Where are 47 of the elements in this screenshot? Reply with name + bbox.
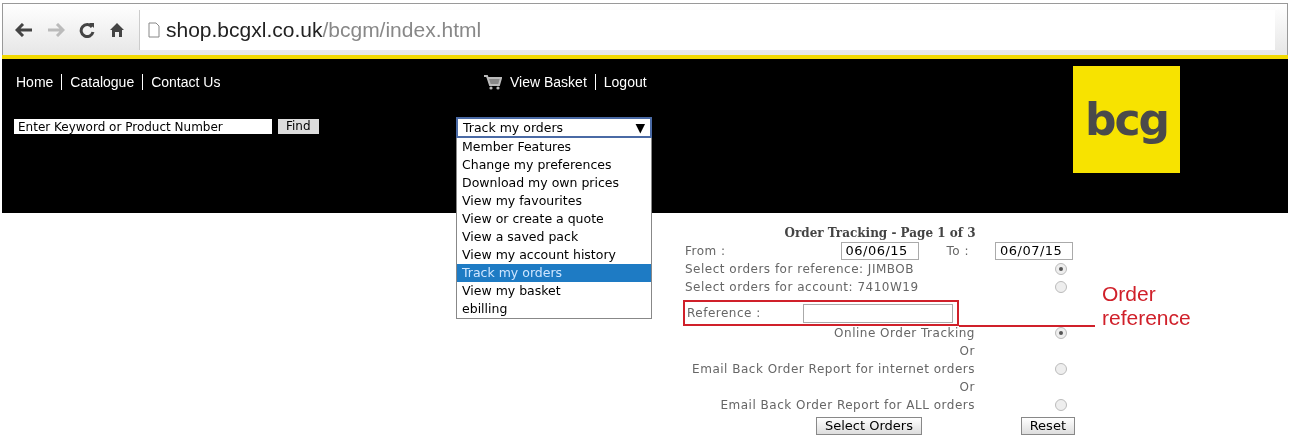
dropdown-option[interactable]: View my basket	[457, 282, 651, 300]
radio-button[interactable]	[1055, 363, 1067, 375]
option-label: Select orders for reference: JIMBOB	[685, 262, 915, 276]
search-field[interactable]: Enter Keyword or Product Number	[14, 119, 272, 134]
radio-button[interactable]	[1055, 263, 1067, 275]
dropdown-option[interactable]: Download my own prices	[457, 174, 651, 192]
nav-link[interactable]: Home	[16, 74, 62, 90]
reload-icon[interactable]	[79, 21, 95, 38]
find-button[interactable]: Find	[278, 119, 319, 134]
home-icon[interactable]	[109, 21, 125, 38]
header-link[interactable]: View Basket	[510, 74, 595, 90]
nav-link[interactable]: Catalogue	[61, 74, 143, 90]
dropdown-option[interactable]: Change my preferences	[457, 156, 651, 174]
radio-button[interactable]	[1055, 281, 1067, 293]
dropdown-option[interactable]: Track my orders	[457, 264, 651, 282]
radio-button[interactable]	[1055, 327, 1067, 339]
date-field[interactable]: 06/07/15	[995, 242, 1073, 260]
or-label: Or	[958, 344, 975, 358]
from-label: From :	[685, 244, 727, 258]
option-label: Online Order Tracking	[833, 326, 975, 340]
option-label: Select orders for account: 7410W19	[685, 280, 920, 294]
logo: bcg	[1073, 66, 1180, 173]
dropdown-option[interactable]: View a saved pack	[457, 228, 651, 246]
cart-icon[interactable]	[484, 74, 502, 90]
page-icon	[148, 21, 160, 38]
dropdown-option[interactable]: View or create a quote	[457, 210, 651, 228]
to-label: To :	[946, 244, 969, 258]
dropdown-option[interactable]: View my favourites	[457, 192, 651, 210]
option-label: Email Back Order Report for internet orders	[691, 362, 975, 376]
date-field[interactable]: 06/06/15	[840, 242, 919, 260]
header-link[interactable]: Logout	[594, 74, 655, 90]
or-label: Or	[958, 380, 975, 394]
annotation-text: Order reference	[1102, 282, 1191, 330]
address-bar[interactable]: shop.bcgxl.co.uk/bcgm/index.html	[139, 9, 1275, 50]
reference-field[interactable]	[803, 303, 953, 323]
menu-select[interactable]: Track my orders ▼	[456, 117, 652, 138]
form-title: Order Tracking - Page 1 of 3	[783, 225, 977, 242]
option-label: Email Back Order Report for ALL orders	[719, 398, 975, 412]
select-orders-button[interactable]: Select Orders	[816, 417, 922, 435]
dropdown-option[interactable]: Member Features	[457, 138, 651, 156]
back-icon[interactable]	[15, 22, 33, 37]
dropdown-option[interactable]: View my account history	[457, 246, 651, 264]
reference-label: Reference :	[687, 306, 761, 320]
nav-link[interactable]: Contact Us	[142, 74, 229, 90]
radio-button[interactable]	[1055, 399, 1067, 411]
reset-button[interactable]: Reset	[1020, 417, 1075, 435]
dropdown-option[interactable]: ebilling	[457, 300, 651, 318]
